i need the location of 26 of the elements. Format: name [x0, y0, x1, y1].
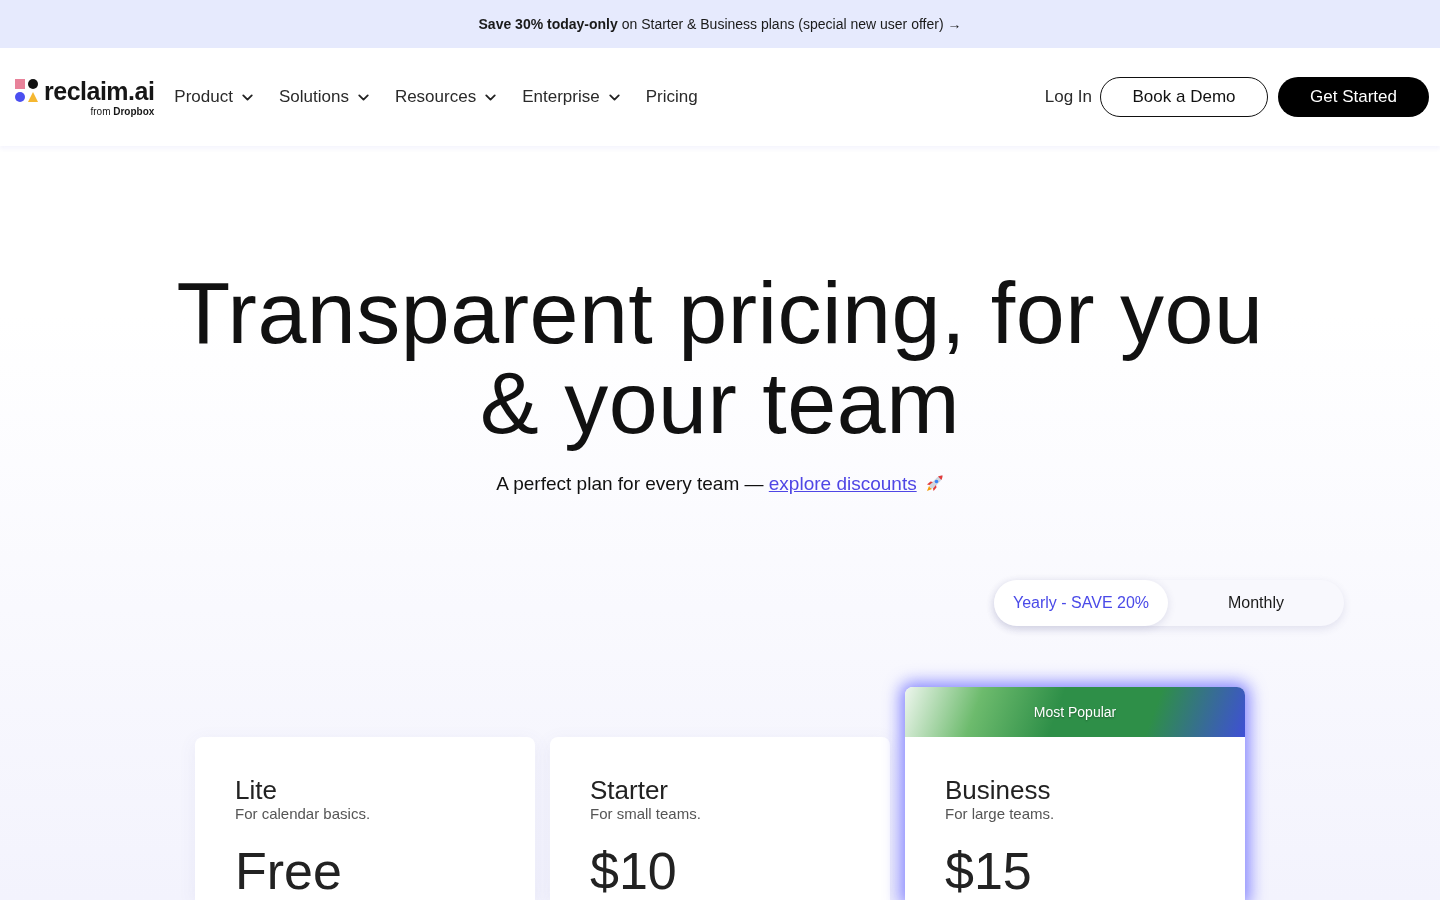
- logo-wordmark[interactable]: reclaim.ai: [44, 76, 155, 105]
- get-started-button[interactable]: Get Started: [1278, 77, 1429, 117]
- plan-description: For large teams.: [945, 804, 1055, 824]
- nav-menu-item[interactable]: Enterprise: [522, 85, 623, 109]
- nav-menu-item[interactable]: Resources: [394, 85, 500, 109]
- hero-subtitle: A perfect plan for every team — explore discounts: [496, 472, 917, 496]
- plan-price: $10: [590, 845, 677, 897]
- promo-text[interactable]: Save 30% today-only on Starter & Business plans (special new user offer) →: [478, 13, 962, 35]
- discounts-link[interactable]: explore discounts: [768, 473, 917, 494]
- login-link[interactable]: Log In: [1044, 84, 1092, 110]
- nav-menu-item[interactable]: Solutions: [278, 85, 372, 109]
- plan-description: For small teams.: [590, 804, 701, 824]
- logo-icon: [15, 79, 38, 102]
- billing-option[interactable]: Yearly - SAVE 20%: [994, 580, 1168, 626]
- plan-name: Lite: [235, 774, 277, 806]
- book-demo-button[interactable]: Book a Demo: [1100, 77, 1268, 117]
- nav-menu-item[interactable]: Product: [174, 85, 256, 109]
- plan-description: For calendar basics.: [235, 804, 371, 824]
- plan-price: Free: [235, 845, 342, 897]
- nav-link[interactable]: Pricing: [645, 85, 698, 109]
- plan-name: Starter: [590, 774, 669, 806]
- plan-name: Business: [945, 774, 1051, 806]
- billing-option[interactable]: Monthly: [1168, 580, 1344, 626]
- plan-price: $15: [945, 845, 1032, 897]
- logo-tagline: from Dropbox: [90, 105, 155, 118]
- plan-badge: Most Popular: [905, 687, 1245, 737]
